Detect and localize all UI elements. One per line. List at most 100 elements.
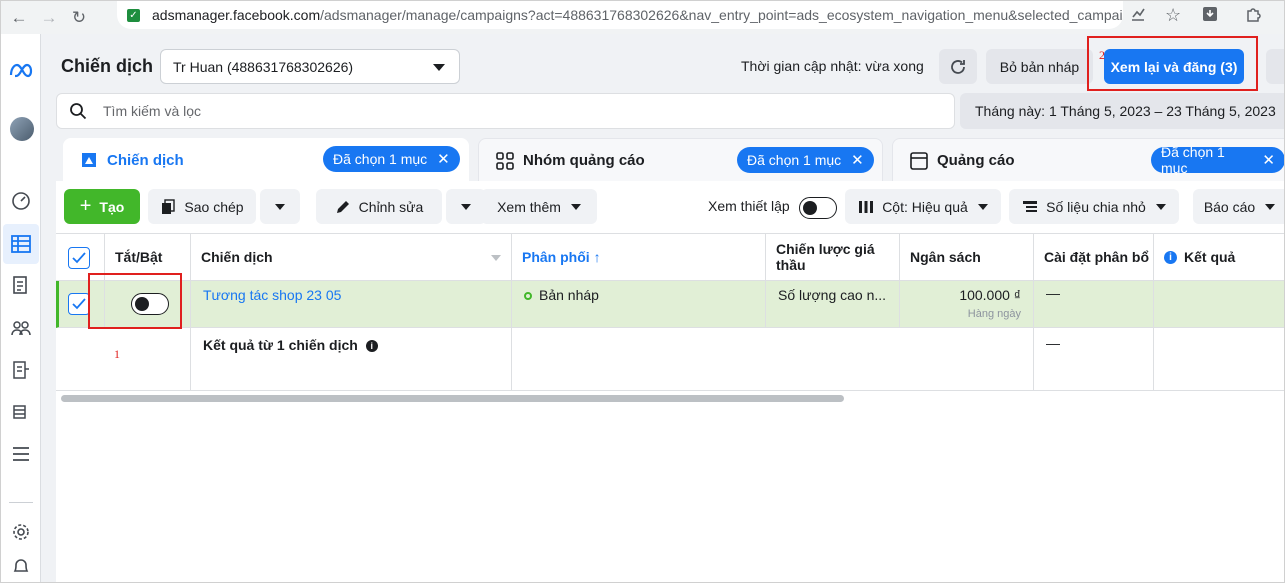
selected-chip-label: Đã chọn 1 mục (747, 152, 842, 168)
header-campaign[interactable]: Chiến dịch (191, 234, 512, 280)
close-icon[interactable]: ✕ (437, 150, 450, 168)
breakdown-label: Số liệu chia nhỏ (1046, 198, 1146, 215)
meta-logo-icon[interactable] (9, 58, 33, 82)
toggle-knob (803, 200, 817, 215)
ad-window-icon (909, 151, 929, 171)
address-bar[interactable]: ✓ adsmanager.facebook.com/adsmanager/man… (117, 1, 1123, 29)
account-avatar[interactable] (10, 117, 34, 141)
header-delivery-label: Phân phối (522, 249, 590, 265)
chevron-down-icon (433, 64, 445, 71)
search-icon (69, 102, 87, 120)
secure-lock-icon: ✓ (127, 8, 140, 22)
tab-campaigns[interactable]: Chiến dịch Đã chọn 1 mục ✕ (63, 138, 469, 182)
browser-toolbar: ← → ↻ ✓ adsmanager.facebook.com/adsmanag… (1, 1, 1284, 34)
header-bid-strategy[interactable]: Chiến lược giá thầu (766, 234, 900, 280)
annotation-label-1: 1 (114, 347, 120, 361)
view-setup-label: Xem thiết lập (708, 198, 790, 214)
reports-button[interactable]: Báo cáo (1193, 189, 1284, 224)
campaign-name-link[interactable]: Tương tác shop 23 05 (203, 287, 341, 303)
chevron-down-icon (275, 203, 285, 210)
table-row[interactable]: Tương tác shop 23 05 Bản nháp Số lượng c… (56, 281, 1284, 328)
page-title: Chiến dịch (61, 56, 154, 76)
table-header-row: Tắt/Bật Chiến dịch Phân phối ↑ Chiến lượ… (56, 233, 1284, 281)
select-all-checkbox[interactable] (68, 247, 90, 269)
campaigns-table-icon[interactable] (3, 224, 39, 264)
header-delivery[interactable]: Phân phối ↑ (512, 234, 766, 280)
reload-icon[interactable]: ↻ (67, 6, 91, 30)
summary-attribution: — (1034, 328, 1154, 390)
header-attribution[interactable]: Cài đặt phân bổ (1034, 234, 1154, 280)
columns-label: Cột: Hiệu quả (882, 198, 968, 215)
chevron-down-icon (570, 203, 581, 210)
annotation-box-2 (1087, 36, 1258, 91)
campaigns-table: Tắt/Bật Chiến dịch Phân phối ↑ Chiến lượ… (56, 233, 1284, 393)
header-results[interactable]: i Kết quả (1154, 234, 1284, 280)
info-icon[interactable]: i (365, 340, 378, 353)
url-host: adsmanager.facebook.com (152, 7, 321, 23)
see-more-button[interactable]: Xem thêm (481, 189, 597, 224)
columns-button[interactable]: Cột: Hiệu quả (845, 189, 1001, 224)
campaigns-panel: + Tạo Sao chép Chỉnh sửa Xem thêm Xem th… (56, 181, 1284, 582)
back-arrow-icon[interactable]: ← (7, 6, 31, 30)
reports-document-icon[interactable] (9, 274, 33, 298)
tab-label: Nhóm quảng cáo (523, 152, 645, 169)
more-options-button[interactable] (1266, 49, 1284, 84)
annotation-label-2: 2 (1099, 48, 1105, 62)
tab-ads[interactable]: Quảng cáo Đã chọn 1 mục ✕ (892, 138, 1284, 182)
bookmark-star-icon[interactable]: ☆ (1165, 5, 1181, 26)
header-budget[interactable]: Ngân sách (900, 234, 1034, 280)
events-manager-icon[interactable] (9, 358, 33, 382)
discard-draft-button[interactable]: Bỏ bản nháp (986, 49, 1093, 84)
dashboard-gauge-icon[interactable] (9, 189, 33, 213)
chevron-down-icon (1265, 203, 1276, 210)
header-results-label: Kết quả (1184, 249, 1236, 265)
duplicate-dropdown-button[interactable] (260, 189, 300, 224)
draft-status-dot-icon (524, 292, 532, 301)
billing-stack-icon[interactable] (9, 400, 33, 424)
pencil-icon (335, 199, 351, 215)
download-icon[interactable] (1201, 5, 1219, 28)
campaign-flag-icon (79, 150, 99, 170)
date-range-picker[interactable]: Tháng này: 1 Tháng 5, 2023 – 23 Tháng 5,… (960, 93, 1284, 129)
all-tools-menu-icon[interactable] (9, 442, 33, 466)
close-icon[interactable]: ✕ (1262, 151, 1275, 169)
budget-period: Hàng ngày (967, 308, 1021, 320)
edit-button[interactable]: Chỉnh sửa (316, 189, 442, 224)
audiences-people-icon[interactable] (9, 316, 33, 340)
info-icon[interactable]: i (1164, 250, 1177, 264)
sort-up-arrow-icon: ↑ (593, 249, 601, 265)
settings-gear-icon[interactable] (9, 520, 33, 544)
notifications-bell-icon[interactable] (9, 554, 33, 578)
forward-arrow-icon[interactable]: → (37, 6, 61, 30)
tab-label: Quảng cáo (937, 152, 1015, 169)
row-results (1154, 281, 1284, 327)
search-and-filter-input[interactable]: Tìm kiếm và lọc (56, 93, 955, 129)
edit-dropdown-button[interactable] (446, 189, 486, 224)
annotation-box-1 (88, 273, 182, 329)
budget-amount: 100.000 ₫ (959, 287, 1021, 303)
create-label: Tạo (99, 198, 125, 215)
ad-account-select[interactable]: Tr Huan (488631768302626) (160, 49, 460, 84)
sort-caret-icon (491, 255, 501, 261)
tab-ad-sets[interactable]: Nhóm quảng cáo Đã chọn 1 mục ✕ (478, 138, 883, 182)
close-icon[interactable]: ✕ (851, 151, 864, 169)
view-setup-toggle[interactable] (799, 197, 837, 219)
row-checkbox[interactable] (68, 293, 90, 315)
ads-manager-window: ← → ↻ ✓ adsmanager.facebook.com/adsmanag… (0, 0, 1285, 583)
selected-chip[interactable]: Đã chọn 1 mục ✕ (323, 146, 460, 172)
selected-chip[interactable]: Đã chọn 1 mục ✕ (1151, 144, 1284, 176)
horizontal-scrollbar[interactable] (61, 395, 844, 402)
row-campaign-cell: Tương tác shop 23 05 (191, 281, 512, 327)
duplicate-button[interactable]: Sao chép (148, 189, 256, 224)
create-button[interactable]: + Tạo (64, 189, 140, 224)
selected-chip[interactable]: Đã chọn 1 mục ✕ (737, 147, 874, 173)
breakdown-button[interactable]: Số liệu chia nhỏ (1009, 189, 1179, 224)
extensions-puzzle-icon[interactable] (1245, 5, 1263, 28)
share-icon[interactable] (1129, 5, 1147, 28)
refresh-button[interactable] (939, 49, 977, 84)
table-toolbar: + Tạo Sao chép Chỉnh sửa Xem thêm Xem th… (56, 181, 1284, 233)
rail-divider (9, 502, 33, 503)
row-budget-cell: 100.000 ₫ Hàng ngày (900, 281, 1034, 327)
main-content: Chiến dịch Tr Huan (488631768302626) Thờ… (41, 34, 1284, 582)
selected-chip-label: Đã chọn 1 mục (333, 151, 428, 167)
